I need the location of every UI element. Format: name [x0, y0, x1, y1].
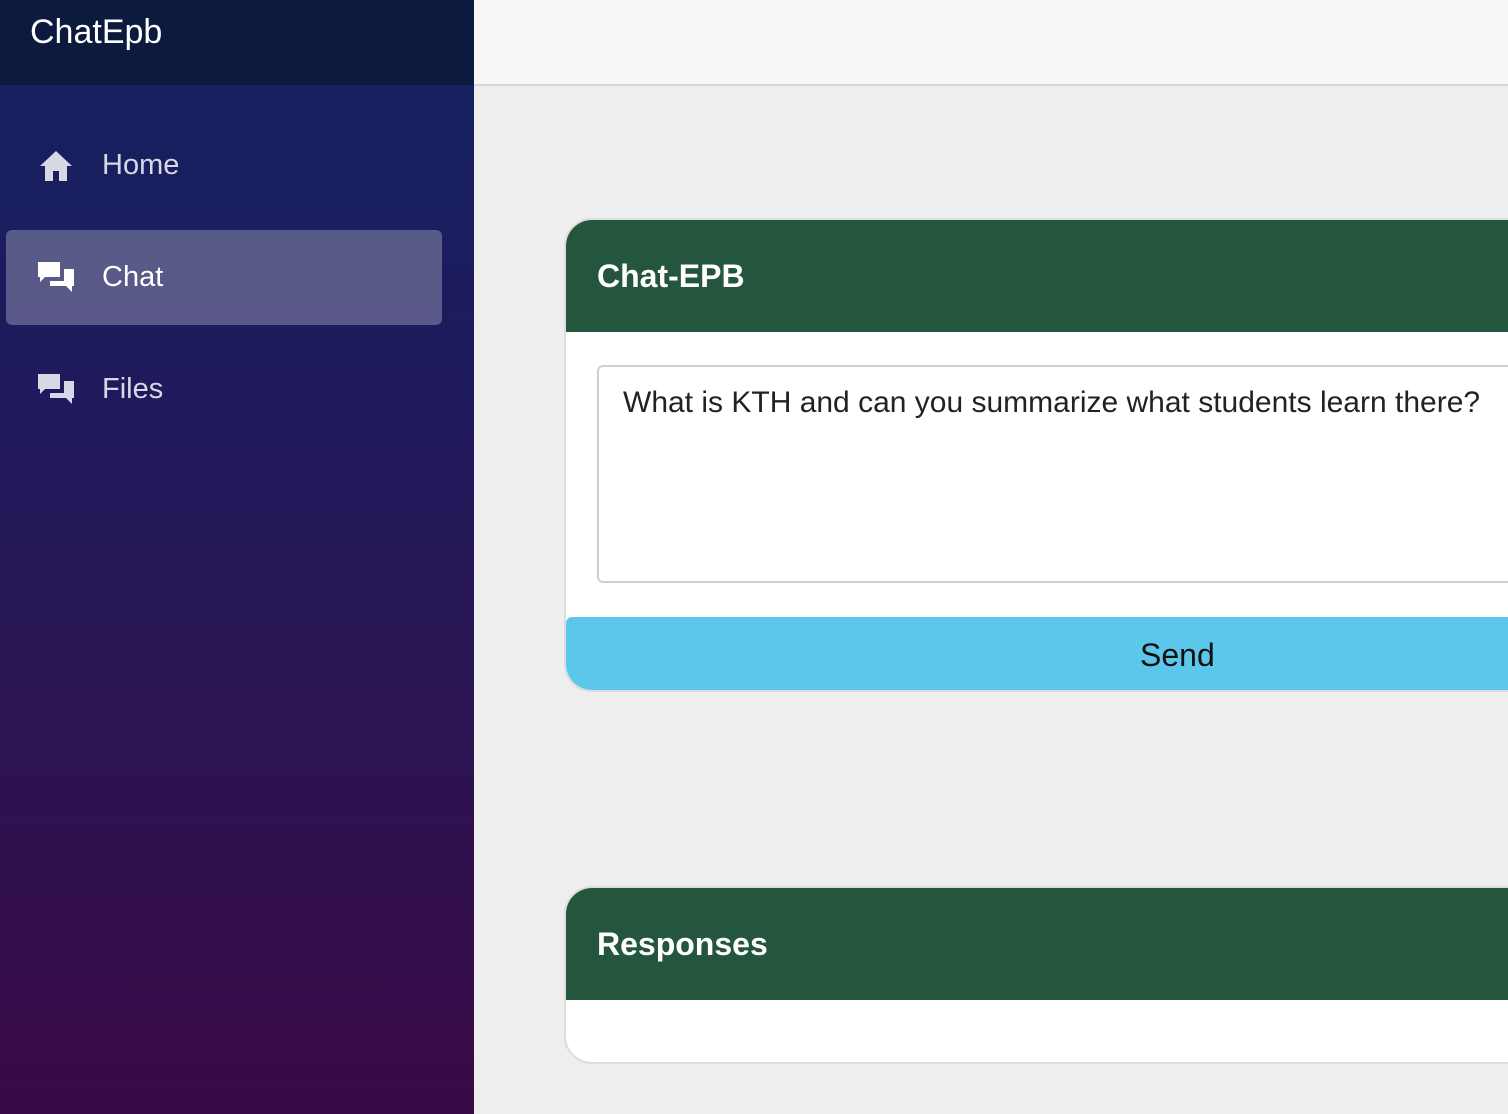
sidebar: ChatEpb Home Chat Files: [0, 0, 474, 1114]
sidebar-item-label: Files: [102, 373, 164, 405]
home-icon: [36, 146, 76, 186]
sidebar-item-chat[interactable]: Chat: [6, 230, 442, 325]
app-root: ChatEpb Home Chat Files Chat-EPB What is…: [0, 0, 1508, 1114]
sidebar-item-label: Chat: [102, 261, 164, 293]
sidebar-item-label: Home: [102, 149, 180, 181]
sidebar-item-home[interactable]: Home: [6, 118, 442, 213]
prompt-textarea[interactable]: What is KTH and can you summarize what s…: [597, 365, 1508, 583]
sidebar-item-files[interactable]: Files: [6, 342, 442, 437]
send-button-label: Send: [1140, 637, 1215, 673]
chat-card: Chat-EPB What is KTH and can you summari…: [564, 218, 1508, 692]
send-button[interactable]: Send: [566, 617, 1508, 690]
brand-title[interactable]: ChatEpb: [30, 12, 162, 52]
card-title: Responses: [597, 926, 768, 962]
card-title: Chat-EPB: [597, 258, 745, 294]
brand-bar: ChatEpb: [0, 0, 474, 85]
prompt-text: What is KTH and can you summarize what s…: [623, 386, 1481, 419]
chat-icon: [36, 370, 76, 410]
card-header: Responses: [566, 888, 1508, 1000]
card-header: Chat-EPB: [566, 220, 1508, 332]
chat-icon: [36, 258, 76, 298]
responses-card: Responses: [564, 886, 1508, 1064]
top-bar: [474, 0, 1508, 86]
